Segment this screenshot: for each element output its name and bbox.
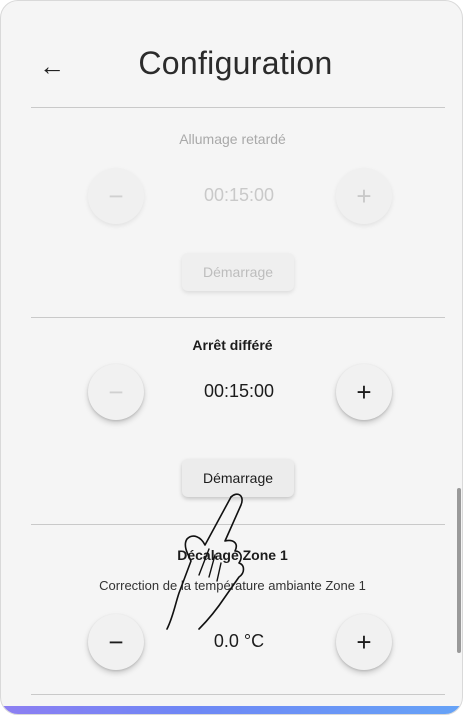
delayed-start-value: 00:15:00 (203, 185, 275, 205)
deferred-stop-title: Arrêt différé (192, 337, 273, 353)
delayed-start-plus-button[interactable]: + (336, 168, 392, 224)
zone1-minus-button[interactable]: − (88, 614, 144, 670)
tap-hand-icon (166, 493, 245, 630)
minus-icon: − (108, 626, 124, 657)
zone1-plus-button[interactable]: + (336, 614, 392, 670)
zone1-value: 0.0 °C (213, 631, 265, 651)
deferred-stop-start-button[interactable]: Démarrage (182, 459, 294, 497)
minus-icon: − (108, 376, 124, 407)
page-title: Configuration (138, 45, 333, 81)
divider (31, 524, 445, 525)
divider (31, 694, 445, 695)
delayed-start-start-button[interactable]: Démarrage (182, 253, 294, 291)
plus-icon: + (356, 180, 372, 211)
divider (31, 317, 445, 318)
bottom-accent-bar (1, 706, 462, 714)
delayed-start-title: Allumage retardé (179, 131, 286, 147)
minus-icon: − (108, 180, 124, 211)
delayed-start-minus-button[interactable]: − (88, 168, 144, 224)
app-screen: ← Configuration Allumage retardé − 00:15… (0, 0, 463, 715)
plus-icon: + (356, 376, 372, 407)
deferred-stop-minus-button[interactable]: − (88, 364, 144, 420)
divider (31, 107, 445, 108)
scrollbar[interactable] (457, 488, 461, 653)
deferred-stop-value: 00:15:00 (203, 381, 275, 401)
zone1-offset-title: Décalage Zone 1 (177, 547, 288, 563)
deferred-stop-plus-button[interactable]: + (336, 364, 392, 420)
plus-icon: + (356, 626, 372, 657)
zone1-offset-subtitle: Correction de la température ambiante Zo… (99, 578, 366, 593)
header: ← Configuration (1, 1, 462, 107)
